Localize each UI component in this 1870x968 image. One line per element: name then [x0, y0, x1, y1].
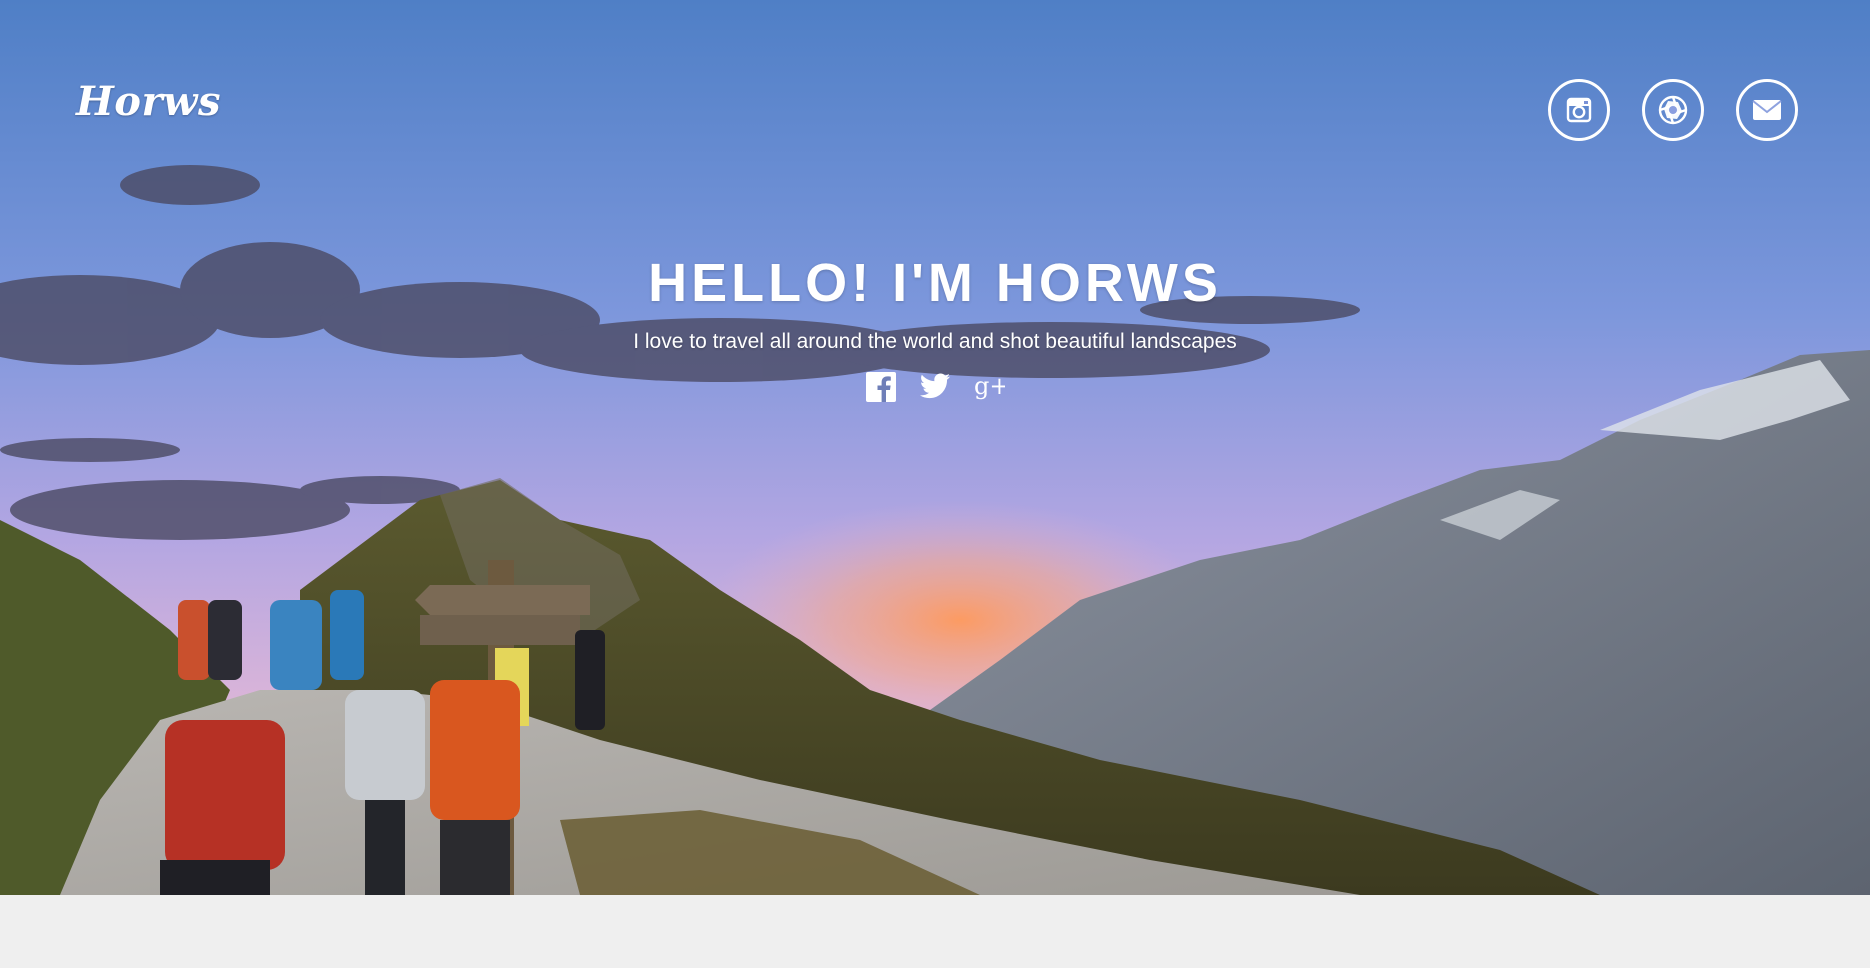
mail-icon[interactable] [1736, 79, 1798, 141]
social-links: g+ [0, 371, 1870, 403]
page-footer-area [0, 895, 1870, 968]
site-logo[interactable]: Horws [76, 78, 221, 125]
hero-subtitle: I love to travel all around the world an… [633, 330, 1237, 353]
facebook-icon[interactable] [865, 371, 897, 403]
instagram-icon[interactable] [1548, 79, 1610, 141]
hero-title: HELLO! I'M HORWS [648, 253, 1222, 313]
hero-section: Horws HELLO! I'M HORWS I love to travel … [0, 0, 1870, 895]
header-icon-group [1548, 79, 1798, 141]
aperture-icon[interactable] [1642, 79, 1704, 141]
svg-text:g+: g+ [974, 372, 1005, 400]
twitter-icon[interactable] [919, 371, 951, 403]
google-plus-icon[interactable]: g+ [973, 371, 1005, 403]
